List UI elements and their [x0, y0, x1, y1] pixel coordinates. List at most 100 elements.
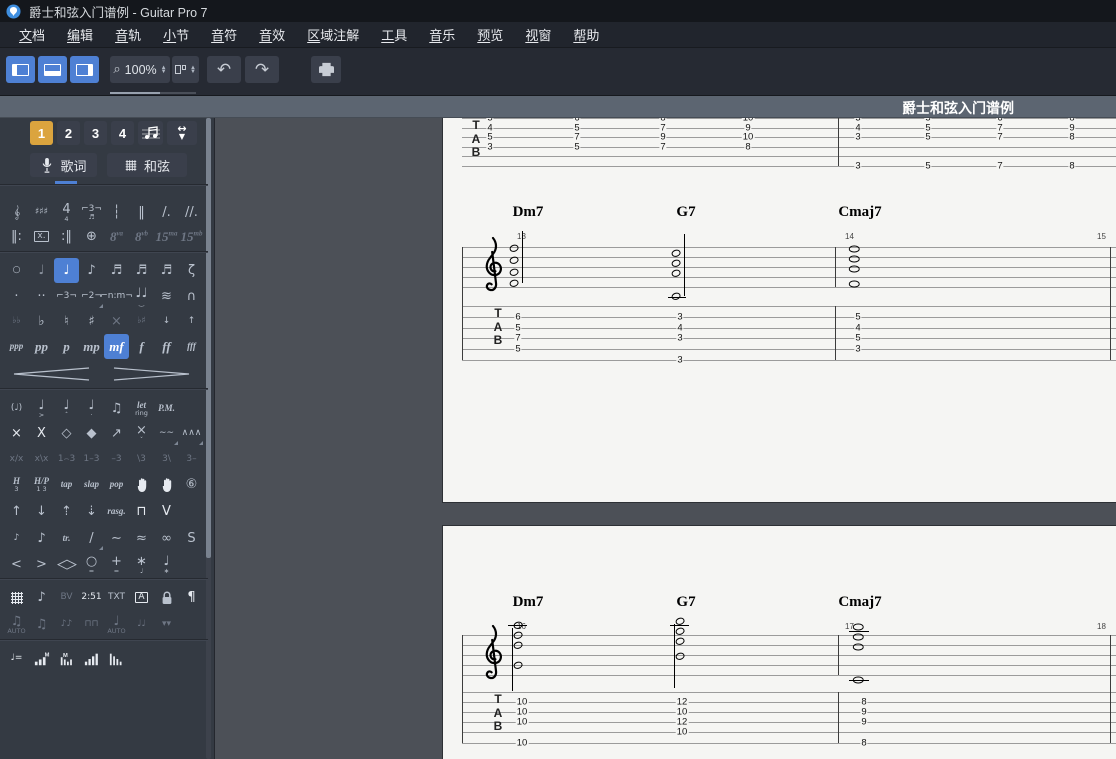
grace-before-beat-tool[interactable]: ♪ — [4, 526, 29, 551]
trill-tool[interactable]: tr. — [54, 526, 79, 551]
crescendo-hairpin-tool[interactable] — [8, 361, 93, 386]
dynamic-mf[interactable]: mf — [104, 334, 129, 359]
wide-vibrato-tool[interactable]: ∧∧∧ — [179, 421, 204, 446]
auto-beam-tool[interactable]: ♫ AUTO — [4, 612, 29, 637]
right-hand-tool[interactable] — [154, 472, 179, 497]
dead-chord-tool[interactable]: X — [29, 421, 54, 446]
directions-tool[interactable]: ⊕ — [79, 224, 104, 249]
repeat-close-tool[interactable]: :‖ — [54, 224, 79, 249]
accent-tool[interactable]: ♩ > — [29, 396, 54, 421]
flat-tool[interactable]: ♭ — [29, 309, 54, 334]
infinite-tool[interactable]: ∞ — [154, 526, 179, 551]
menu-文档[interactable]: 文档 — [8, 22, 56, 47]
tempo-marker-tool[interactable]: ♩= — [4, 646, 29, 671]
break-beam-tool[interactable]: ♪♪ — [54, 612, 79, 637]
arrow-view-button[interactable]: ↔ ▼ — [167, 121, 197, 145]
ottava-15ma-tool[interactable]: 15ma — [154, 224, 179, 249]
mordent-tool[interactable]: ∼ — [104, 526, 129, 551]
simile-two-bar-tool[interactable]: //. — [179, 200, 204, 225]
double-sharp-tool[interactable]: × — [104, 309, 129, 334]
dynamic-p[interactable]: p — [54, 334, 79, 359]
golpe-tool[interactable]: ○ = — [79, 552, 104, 577]
ottava-8vb-tool[interactable]: 8vb — [129, 224, 154, 249]
fermata-tool[interactable]: ∩ — [179, 284, 204, 309]
semitone-up-tool[interactable]: ↑ — [179, 309, 204, 334]
quarter-note-tool[interactable]: ♩ — [54, 258, 79, 283]
menu-编辑[interactable]: 编辑 — [56, 22, 104, 47]
staccato-tool[interactable]: ♩ · — [79, 396, 104, 421]
zoom-spinner[interactable]: ▲ ▼ — [161, 65, 167, 75]
slide-out-down-tool[interactable]: 3\ — [154, 447, 179, 472]
double-barline-tool[interactable]: ‖ — [129, 200, 154, 225]
voice-3-button[interactable]: 3 — [84, 121, 107, 145]
tied-notes-tool[interactable]: ♫ — [104, 396, 129, 421]
brush-up-tool[interactable]: ↑ — [4, 499, 29, 524]
semitone-down-tool[interactable]: ↓ — [154, 309, 179, 334]
bend-tool[interactable]: ↗ — [104, 421, 129, 446]
arpeggio-up-tool[interactable]: ⇡ — [54, 499, 79, 524]
section-marker-tool[interactable]: A — [129, 585, 154, 610]
left-panel-toggle-button[interactable] — [6, 56, 35, 83]
rasgueado-tool[interactable]: rasg. — [104, 499, 129, 524]
pickscrape-plus-tool[interactable]: + = — [104, 552, 129, 577]
volume-swell-tool[interactable]: ◇ — [54, 552, 79, 577]
ottava-8va-tool[interactable]: 8va — [104, 224, 129, 249]
fingering-tool[interactable]: ⑥ — [179, 472, 204, 497]
key-signature-tool[interactable]: ♯♯♯ — [29, 200, 54, 225]
voice-1-button[interactable]: 1 — [30, 121, 53, 145]
multivoice-button[interactable] — [138, 121, 163, 145]
zoom-control[interactable]: ⌕ 100% ▲ ▼ — [110, 56, 170, 83]
menu-工具[interactable]: 工具 — [370, 22, 418, 47]
vibrato-tool[interactable]: ∼∼ — [154, 421, 179, 446]
zoom-slider[interactable] — [110, 92, 196, 94]
menu-音符[interactable]: 音符 — [200, 22, 248, 47]
pop-tool[interactable]: pop — [104, 472, 129, 497]
double-flat-tool[interactable]: ♭♭ — [4, 309, 29, 334]
menu-区域注解[interactable]: 区域注解 — [296, 22, 370, 47]
slide-out-tool[interactable]: 3– — [179, 447, 204, 472]
slash-note-tool[interactable]: ♪ — [29, 585, 54, 610]
treble-clef-tool[interactable] — [4, 200, 29, 225]
time-signature-tool[interactable]: 44 — [54, 200, 79, 225]
voice-2-button[interactable]: 2 — [57, 121, 80, 145]
menu-预览[interactable]: 预览 — [466, 22, 514, 47]
inverted-turn-tool[interactable]: S — [179, 526, 204, 551]
whole-note-tool[interactable]: ○ — [4, 258, 29, 283]
palm-mute-tool[interactable]: P.M. — [154, 396, 179, 421]
ottava-15mb-tool[interactable]: 15mb — [179, 224, 204, 249]
accidental-toggle-tool[interactable]: ♭♯ — [129, 309, 154, 334]
auto-stem-tool[interactable]: ♩ AUTO — [104, 612, 129, 637]
slide-in-up-tool[interactable]: x/x — [4, 447, 29, 472]
dynamic-ppp[interactable]: ppp — [4, 334, 29, 359]
thirty-second-note-tool[interactable]: ♬ — [129, 258, 154, 283]
tap-tool[interactable]: tap — [54, 472, 79, 497]
lock-tool[interactable] — [154, 585, 179, 610]
let-ring-arcs-tool[interactable]: ≋ — [154, 284, 179, 309]
dynamic-fff[interactable]: fff — [179, 334, 204, 359]
upstroke-tool[interactable]: V — [154, 499, 179, 524]
menu-音效[interactable]: 音效 — [248, 22, 296, 47]
half-note-tool[interactable]: ♩ — [29, 258, 54, 283]
ghost-note-tool[interactable]: (♩) — [4, 396, 29, 421]
harmonic-x-tool[interactable]: × ˇ — [129, 421, 154, 446]
menu-音轨[interactable]: 音轨 — [104, 22, 152, 47]
natural-tool[interactable]: ♮ — [54, 309, 79, 334]
star-above-note-tool[interactable]: ∗ ♩ — [129, 552, 154, 577]
grace-on-beat-tool[interactable]: ♪ — [29, 526, 54, 551]
redo-button[interactable]: ↷ — [245, 56, 279, 83]
slide-from-tool[interactable]: –3 — [104, 447, 129, 472]
dynamic-mp[interactable]: mp — [79, 334, 104, 359]
let-ring-tool[interactable]: let ring — [129, 396, 154, 421]
menu-视窗[interactable]: 视窗 — [514, 22, 562, 47]
dotted-note-tool[interactable]: · — [4, 284, 29, 309]
eighth-note-tool[interactable]: ♪ — [79, 258, 104, 283]
triplet-tool[interactable]: ⌐3¬ — [54, 284, 79, 309]
fade-out-tool[interactable]: > — [29, 552, 54, 577]
brush-down-tool[interactable]: ↓ — [29, 499, 54, 524]
heavy-accent-tool[interactable]: ♩ ˆ — [54, 396, 79, 421]
decrescendo-hairpin-tool[interactable] — [109, 361, 194, 386]
fade-in-tool[interactable]: < — [4, 552, 29, 577]
arpeggio-down-tool[interactable]: ⇣ — [79, 499, 104, 524]
slide-in-down-tool[interactable]: x\x — [29, 447, 54, 472]
text-tool[interactable]: TXT — [104, 585, 129, 610]
